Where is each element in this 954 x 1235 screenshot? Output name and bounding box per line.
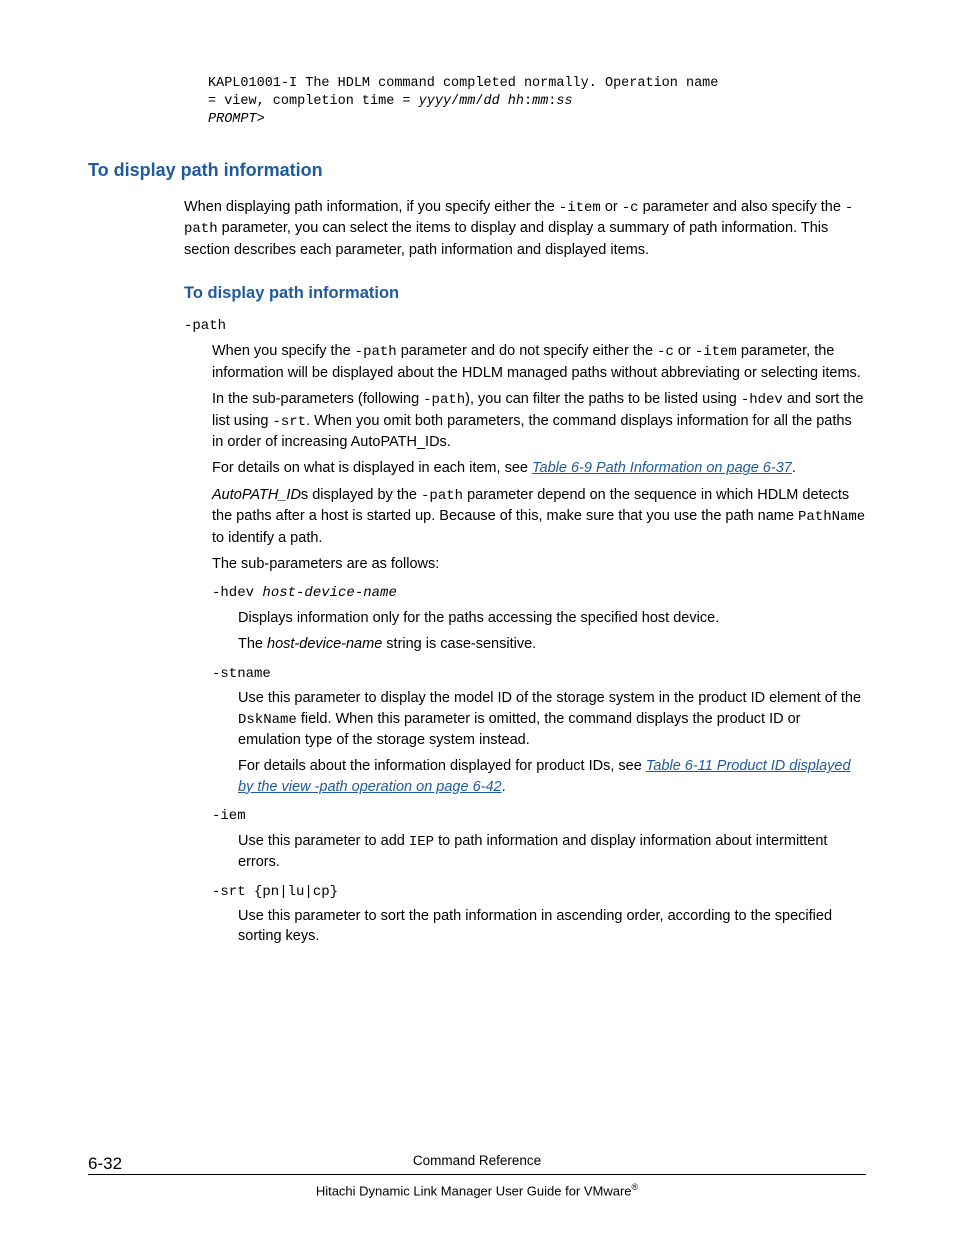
param-placeholder: host-device-name	[262, 585, 396, 601]
page-footer: 6-32 Command Reference Hitachi Dynamic L…	[88, 1152, 866, 1201]
param-body-hdev: Displays information only for the paths …	[238, 608, 866, 655]
inline-code: -c	[622, 200, 639, 216]
inline-code: -path	[421, 488, 463, 504]
code-var: yyyy	[419, 94, 451, 109]
registered-symbol: ®	[632, 1182, 639, 1192]
inline-code: -item	[695, 344, 737, 360]
inline-code: -srt	[272, 414, 306, 430]
document-page: KAPL01001-I The HDLM command completed n…	[0, 0, 954, 1235]
inline-code: PathName	[798, 509, 865, 525]
intro-paragraph: When displaying path information, if you…	[184, 197, 866, 260]
inline-code: -item	[559, 200, 601, 216]
inline-code: -path	[355, 344, 397, 360]
param-term-stname: -stname	[212, 665, 866, 685]
italic-term: host-device-name	[267, 636, 382, 652]
param-body-path: When you specify the -path parameter and…	[212, 341, 866, 574]
inline-code: -path	[423, 392, 465, 408]
code-var: ss	[556, 94, 572, 109]
param-term-path: -path	[184, 317, 866, 337]
link-table-6-9[interactable]: Table 6-9 Path Information on page 6-37	[532, 460, 792, 476]
param-term-iem: -iem	[212, 807, 866, 827]
code-var: mm	[532, 94, 548, 109]
code-prompt: PROMPT	[208, 112, 257, 127]
inline-code: DskName	[238, 712, 297, 728]
code-output-block: KAPL01001-I The HDLM command completed n…	[208, 75, 866, 130]
code-var: mm	[459, 94, 475, 109]
param-body-srt: Use this parameter to sort the path info…	[238, 906, 866, 947]
inline-code: -hdev	[741, 392, 783, 408]
code-var: dd hh	[483, 94, 524, 109]
sub-section-heading: To display path information	[184, 282, 866, 305]
footer-chapter-title: Command Reference	[413, 1153, 541, 1168]
inline-code: -c	[657, 344, 674, 360]
code-line: KAPL01001-I The HDLM command completed n…	[208, 76, 726, 91]
code-line: = view, completion time =	[208, 94, 419, 109]
param-body-iem: Use this parameter to add IEP to path in…	[238, 831, 866, 873]
italic-term: AutoPATH_ID	[212, 487, 301, 503]
page-number: 6-32	[88, 1152, 122, 1176]
footer-divider	[88, 1174, 866, 1175]
inline-code: IEP	[409, 834, 434, 850]
footer-book-title: Hitachi Dynamic Link Manager User Guide …	[88, 1181, 866, 1201]
param-body-stname: Use this parameter to display the model …	[238, 688, 866, 797]
section-heading: To display path information	[88, 158, 866, 183]
param-term-srt: -srt {pn|lu|cp}	[212, 883, 866, 903]
param-term-hdev: -hdev host-device-name	[212, 584, 866, 604]
